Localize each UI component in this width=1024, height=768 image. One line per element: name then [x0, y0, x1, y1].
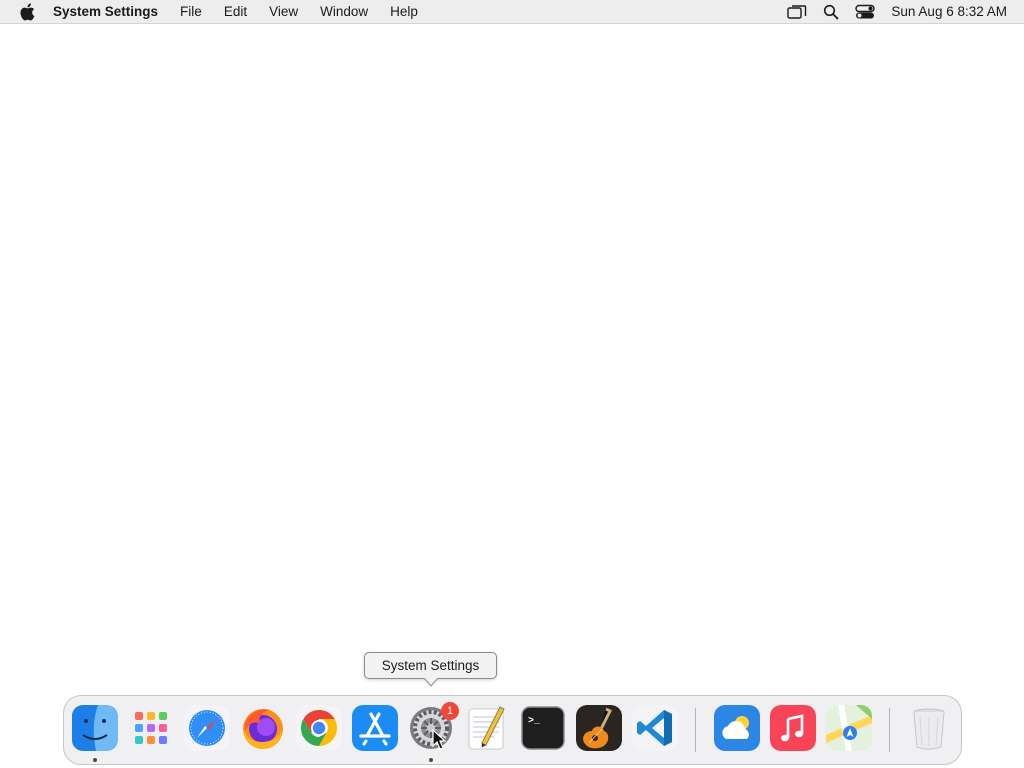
- menu-window[interactable]: Window: [309, 0, 379, 24]
- music-icon: [770, 705, 816, 751]
- app-store-icon: [352, 705, 398, 751]
- mouse-pointer-icon: [432, 729, 447, 750]
- textedit-icon: [468, 706, 505, 750]
- spotlight-search-icon[interactable]: [821, 2, 841, 22]
- dock-maps[interactable]: [826, 705, 872, 751]
- dock-trash[interactable]: [906, 705, 952, 751]
- apple-logo-icon[interactable]: [16, 1, 38, 23]
- tooltip-arrow: [424, 678, 438, 687]
- dock-finder[interactable]: [72, 705, 118, 751]
- vscode-icon: [632, 705, 678, 751]
- svg-text:>_: >_: [528, 716, 541, 727]
- dock-launchpad[interactable]: [128, 705, 174, 751]
- dock-garageband[interactable]: [576, 705, 622, 751]
- finder-icon: [72, 705, 118, 751]
- dock-vscode[interactable]: [632, 705, 678, 751]
- dock-separator: [695, 708, 696, 752]
- notification-badge: 1: [441, 702, 459, 720]
- control-center-icon[interactable]: [855, 2, 876, 22]
- dock-textedit[interactable]: [464, 705, 510, 751]
- menu-file[interactable]: File: [169, 0, 213, 24]
- dock-safari[interactable]: [184, 705, 230, 751]
- menu-help[interactable]: Help: [379, 0, 429, 24]
- dock-app-store[interactable]: [352, 705, 398, 751]
- menu-edit[interactable]: Edit: [213, 0, 258, 24]
- dock-terminal[interactable]: >_: [520, 705, 566, 751]
- menu-app-name[interactable]: System Settings: [49, 0, 169, 24]
- launchpad-icon: [128, 705, 174, 751]
- firefox-icon: [243, 709, 283, 749]
- dock-chrome[interactable]: [296, 705, 342, 751]
- screen-mirroring-icon[interactable]: [787, 2, 807, 22]
- terminal-icon: >_: [521, 706, 565, 750]
- running-indicator-system-settings: [429, 758, 433, 762]
- status-area: Sun Aug 6 8:32 AM: [780, 0, 1024, 24]
- menu-bar: System Settings File Edit View Window He…: [0, 0, 1024, 24]
- weather-icon: [714, 705, 760, 751]
- garageband-icon: [576, 705, 622, 751]
- maps-icon: [826, 705, 872, 751]
- chrome-icon: [296, 705, 342, 751]
- dock-weather[interactable]: [714, 705, 760, 751]
- trash-icon: [913, 708, 945, 750]
- safari-icon: [184, 705, 230, 751]
- running-indicator-finder: [93, 758, 97, 762]
- menu-bar-clock[interactable]: Sun Aug 6 8:32 AM: [891, 4, 1007, 19]
- dock-music[interactable]: [770, 705, 816, 751]
- dock-separator: [889, 708, 890, 752]
- dock-tooltip: System Settings: [364, 652, 497, 679]
- menu-view[interactable]: View: [258, 0, 309, 24]
- dock-firefox[interactable]: [240, 705, 286, 751]
